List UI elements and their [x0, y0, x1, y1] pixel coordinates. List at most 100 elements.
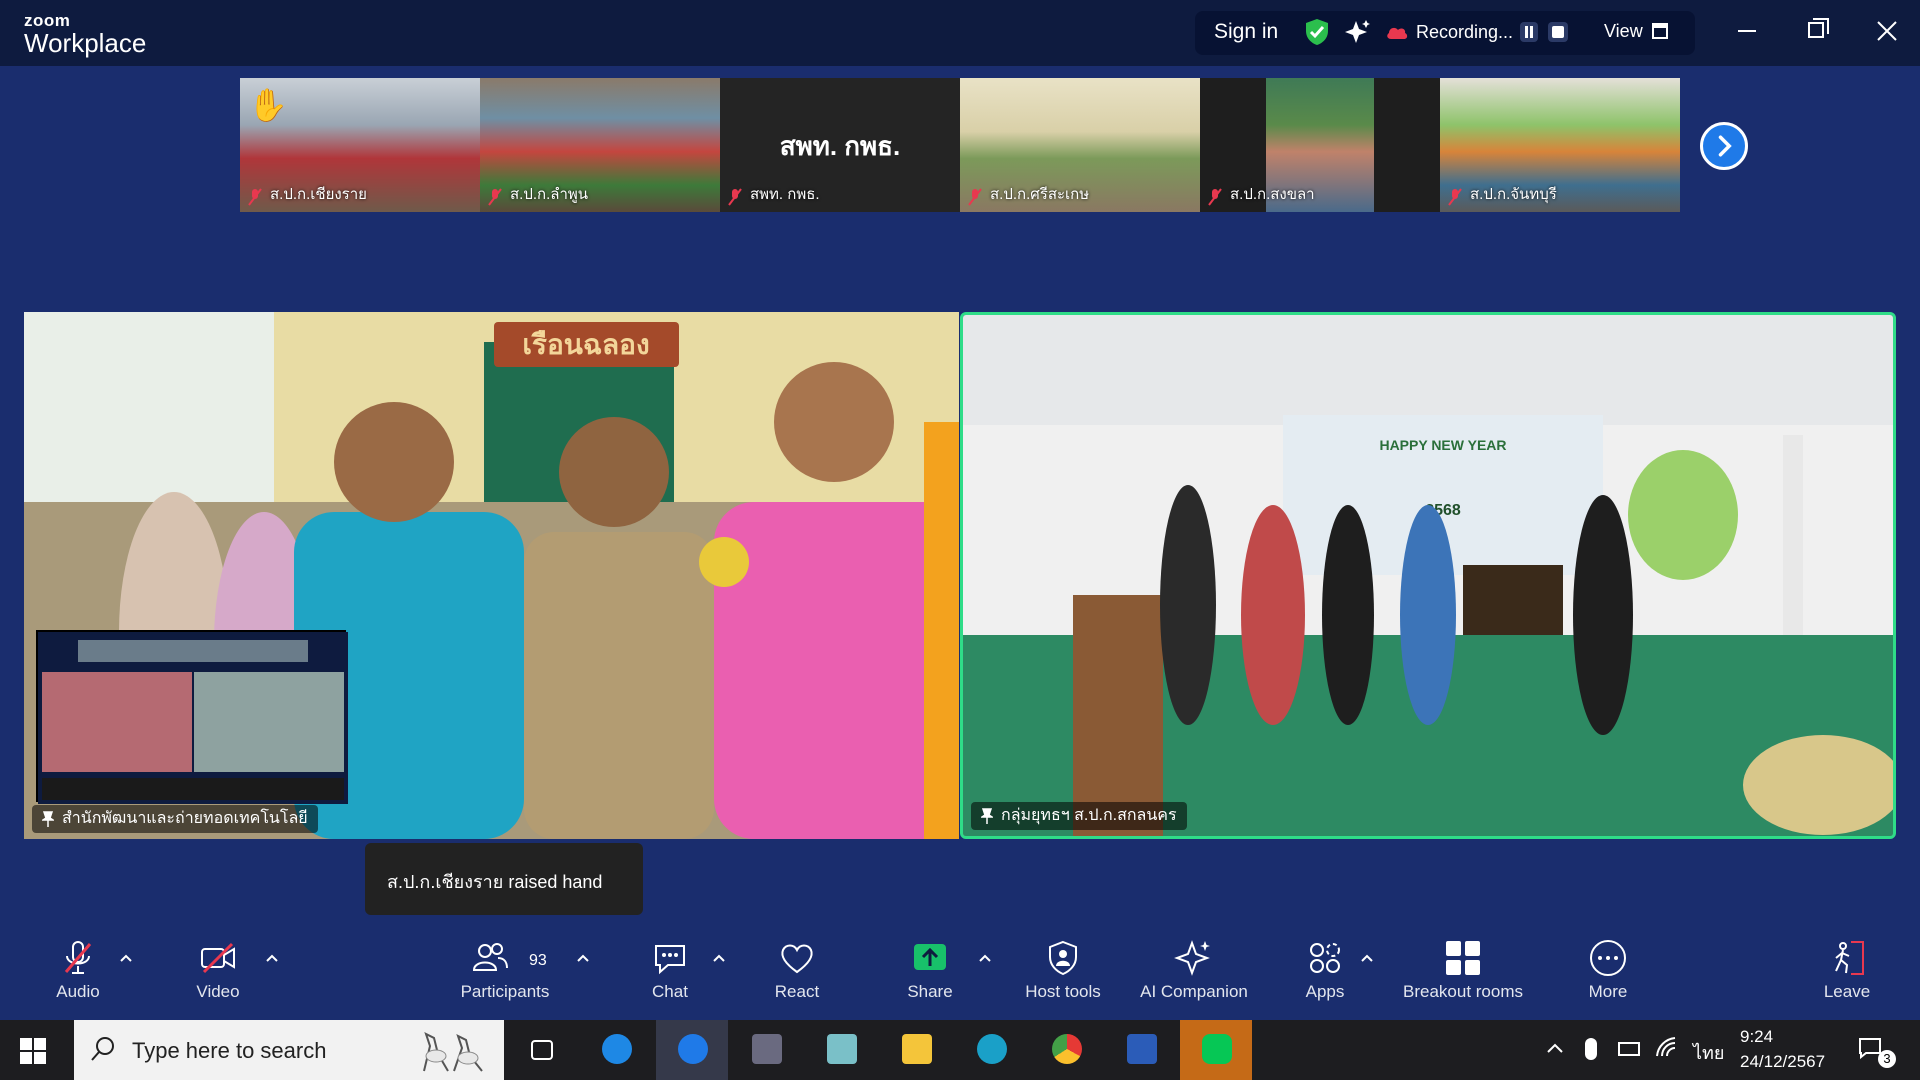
task-view-button[interactable]: [505, 1020, 577, 1080]
restore-icon[interactable]: [1808, 18, 1829, 38]
more-label: More: [1588, 982, 1628, 1001]
minimize-icon[interactable]: [1738, 30, 1756, 32]
tray-battery-icon[interactable]: [1618, 1042, 1640, 1056]
chevron-up-icon[interactable]: [120, 954, 132, 962]
video-tile-right-active-speaker[interactable]: HAPPY NEW YEAR 2568 กลุ่มยุทธฯ ส.ป.ก.สกล…: [960, 312, 1896, 839]
more-options-icon: [1590, 940, 1626, 976]
muted-mic-icon: [1208, 188, 1222, 206]
sign-in-button[interactable]: Sign in: [1214, 20, 1278, 44]
tray-language-indicator[interactable]: ไทย: [1693, 1038, 1724, 1067]
taskbar-app-notes[interactable]: [805, 1020, 877, 1080]
ai-sparkle-icon[interactable]: [1345, 19, 1371, 45]
muted-mic-icon: [488, 188, 502, 206]
recording-status: Recording...: [1416, 22, 1514, 42]
tray-clock-time[interactable]: 9:24: [1740, 1027, 1773, 1047]
muted-mic-icon: [248, 188, 262, 206]
participant-thumbnail[interactable]: สพท. กพธ. สพท. กพธ.: [720, 78, 960, 212]
next-page-arrow-icon[interactable]: [1700, 122, 1748, 170]
taskbar-app-zoom[interactable]: [656, 1020, 728, 1080]
close-icon[interactable]: [1876, 20, 1898, 42]
pin-icon: [981, 808, 993, 824]
host-tools-label: Host tools: [1025, 982, 1101, 1001]
breakout-rooms-label: Breakout rooms: [1403, 982, 1523, 1001]
raised-hand-notification-text: ส.ป.ก.เชียงราย raised hand: [387, 872, 603, 892]
participant-thumbnail[interactable]: ส.ป.ก.จันทบุรี: [1440, 78, 1680, 212]
share-button[interactable]: Share: [890, 938, 970, 1002]
taskbar-app-browser[interactable]: [580, 1020, 652, 1080]
taskbar-app-line[interactable]: [1180, 1020, 1252, 1080]
tray-clock-date[interactable]: 24/12/2567: [1740, 1052, 1825, 1072]
participants-label: Participants: [460, 982, 550, 1001]
tray-wifi-icon[interactable]: [1655, 1036, 1677, 1058]
participant-thumbnail[interactable]: ส.ป.ก.ศรีสะเกษ: [960, 78, 1200, 212]
logo-workplace-text: Workplace: [24, 28, 147, 58]
muted-mic-icon: [968, 188, 982, 206]
chevron-up-icon[interactable]: [1361, 954, 1373, 962]
participant-video-scene: HAPPY NEW YEAR 2568: [963, 315, 1893, 836]
host-shield-icon: [1049, 940, 1077, 976]
more-button[interactable]: More: [1568, 938, 1648, 1002]
notification-count-badge: 3: [1878, 1050, 1896, 1068]
tray-mic-icon[interactable]: [1585, 1038, 1597, 1060]
search-placeholder: Type here to search: [132, 1038, 327, 1063]
ai-companion-label: AI Companion: [1140, 982, 1248, 1001]
leave-door-icon: [1835, 941, 1864, 975]
heart-icon: [781, 944, 813, 974]
participant-video-off-name: สพท. กพธ.: [779, 131, 901, 161]
windows-start-icon[interactable]: [20, 1038, 46, 1064]
stop-recording-button[interactable]: [1548, 22, 1568, 42]
host-tools-button[interactable]: Host tools: [1015, 938, 1111, 1002]
chevron-up-icon[interactable]: [979, 954, 991, 962]
ai-companion-button[interactable]: AI Companion: [1130, 938, 1258, 1002]
participant-thumbnail[interactable]: ✋ ส.ป.ก.เชียงราย: [240, 78, 480, 212]
chevron-up-icon[interactable]: [266, 954, 278, 962]
react-label: React: [774, 982, 820, 1001]
participants-icon: [472, 943, 508, 971]
video-button[interactable]: Video: [178, 938, 258, 1002]
participant-name-tag: สำนักพัฒนาและถ่ายทอดเทคโนโลยี: [32, 805, 318, 833]
share-label: Share: [907, 982, 953, 1001]
tray-overflow-chevron-icon[interactable]: [1546, 1042, 1564, 1054]
participant-name: ส.ป.ก.จันทบุรี: [1470, 186, 1557, 203]
chevron-up-icon[interactable]: [713, 954, 725, 962]
audio-button[interactable]: Audio: [38, 938, 118, 1002]
video-tile-left[interactable]: เรือนฉลอง สำนักพัฒนาและถ่ายทอดเทคโนโลยี: [24, 312, 959, 839]
chevron-up-icon[interactable]: [577, 954, 589, 962]
participant-thumbnail[interactable]: ส.ป.ก.สงขลา: [1200, 78, 1440, 212]
participant-thumbnail[interactable]: ส.ป.ก.ลำพูน: [480, 78, 720, 212]
encryption-shield-icon[interactable]: [1304, 18, 1330, 46]
participant-name: สำนักพัฒนาและถ่ายทอดเทคโนโลยี: [62, 810, 308, 827]
screen-share-preview: [36, 630, 348, 804]
leave-button[interactable]: Leave: [1807, 938, 1887, 1002]
react-button[interactable]: React: [757, 938, 837, 1002]
grid-view-icon[interactable]: [1652, 23, 1668, 39]
participants-count: 93: [529, 952, 547, 969]
meeting-toolbar: Audio Video Participants 93 Chat React S…: [0, 938, 1920, 1018]
title-bar: zoom Workplace Sign in Recording... View: [0, 0, 1920, 66]
zoom-workplace-logo: zoom Workplace: [24, 12, 146, 56]
taskbar-search-box[interactable]: Type here to search: [74, 1020, 504, 1080]
video-label: Video: [196, 982, 240, 1001]
taskbar-app-calculator[interactable]: [730, 1020, 802, 1080]
view-button[interactable]: View: [1604, 21, 1643, 42]
participant-name: สพท. กพธ.: [750, 186, 820, 203]
participant-name: ส.ป.ก.ลำพูน: [510, 186, 589, 203]
participants-button[interactable]: Participants: [450, 938, 560, 1002]
chat-icon: [655, 945, 685, 975]
share-screen-icon: [914, 944, 946, 970]
zoom-meeting-window: zoom Workplace Sign in Recording... View: [0, 0, 1920, 1080]
apps-button[interactable]: Apps: [1285, 938, 1365, 1002]
breakout-rooms-icon: [1446, 941, 1480, 975]
search-highlight-crane-icon: [423, 1032, 483, 1072]
chat-button[interactable]: Chat: [630, 938, 710, 1002]
pause-recording-button[interactable]: [1520, 22, 1538, 42]
taskbar-app-file-explorer[interactable]: [880, 1020, 952, 1080]
participant-name: ส.ป.ก.ศรีสะเกษ: [990, 186, 1090, 203]
breakout-rooms-button[interactable]: Breakout rooms: [1393, 938, 1533, 1002]
apps-icon: [1310, 943, 1340, 973]
participant-name: กลุ่มยุทธฯ ส.ป.ก.สกลนคร: [1001, 807, 1177, 824]
taskbar-app-chrome[interactable]: [1030, 1020, 1102, 1080]
pin-icon: [42, 811, 54, 827]
taskbar-app-edge[interactable]: [955, 1020, 1027, 1080]
taskbar-app-word[interactable]: [1105, 1020, 1177, 1080]
